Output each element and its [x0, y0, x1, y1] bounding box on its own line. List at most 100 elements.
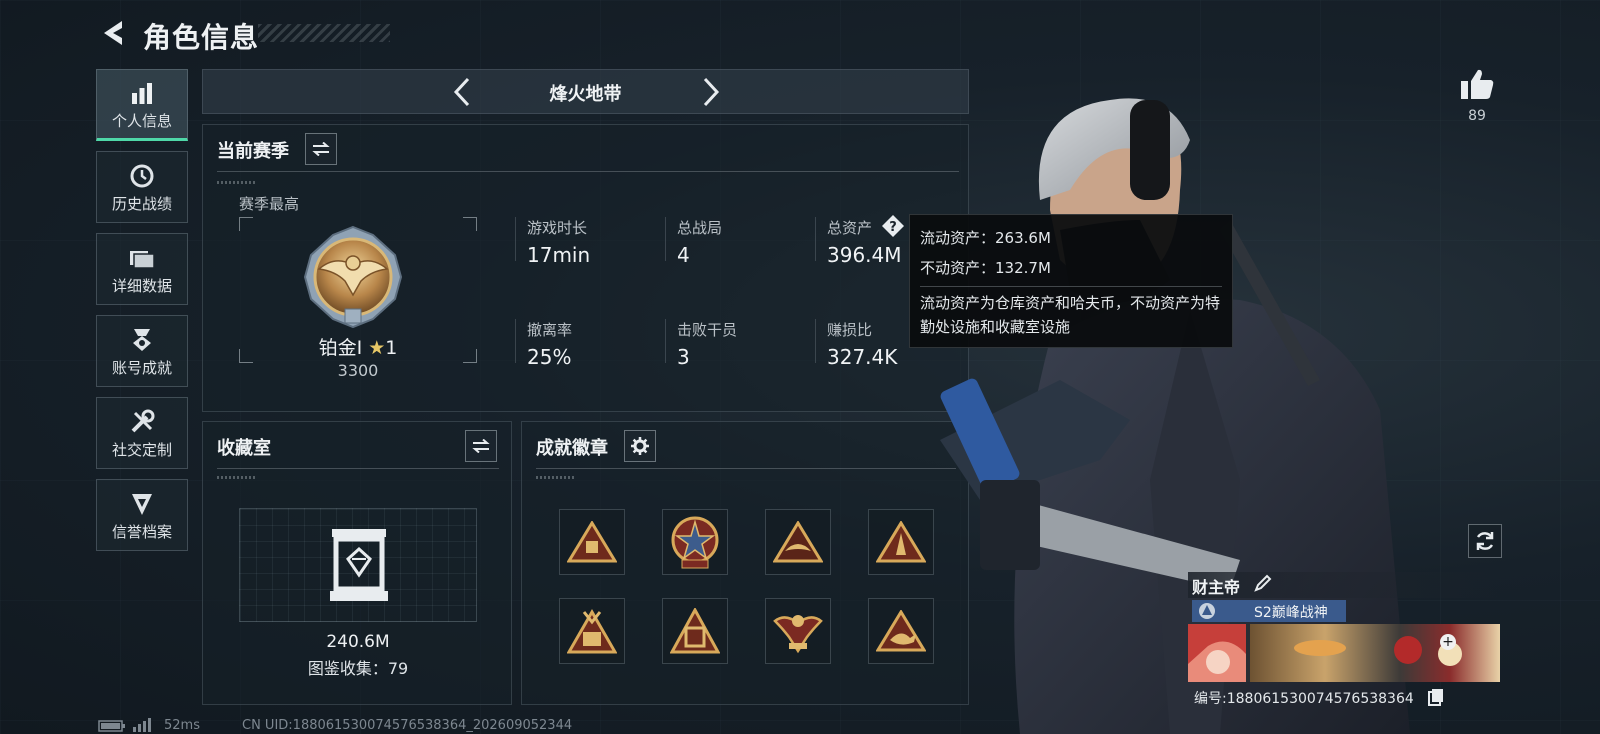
- achievement-badge[interactable]: [559, 598, 625, 664]
- stat-value-playtime: 17min: [527, 243, 591, 267]
- help-button[interactable]: ?: [881, 214, 905, 238]
- sidebar-item-personal-info[interactable]: 个人信息: [96, 69, 188, 141]
- tooltip-fixed-assets: 不动资产：132.7M: [920, 259, 1051, 277]
- achievement-settings-button[interactable]: [624, 430, 656, 462]
- refresh-button[interactable]: [1468, 524, 1502, 558]
- player-card-banner[interactable]: +: [1188, 624, 1500, 682]
- back-button[interactable]: [96, 16, 128, 50]
- sidebar-item-social-custom[interactable]: 社交定制: [96, 397, 188, 469]
- season-best-label: 赛季最高: [239, 195, 300, 213]
- rank-stars: 1: [385, 337, 398, 359]
- collection-preview: [239, 508, 477, 622]
- stat-value-kills: 3: [677, 345, 690, 369]
- title-decoration: [258, 24, 390, 42]
- current-season-panel: 当前赛季 赛季最高 铂金Ⅰ ★1 3300 游戏时长 17min 总战局 4 总…: [202, 124, 969, 412]
- divider-stripe: [217, 476, 257, 479]
- rank-name: 铂金Ⅰ: [318, 337, 363, 359]
- tools-icon: [129, 407, 155, 437]
- sidebar-item-label: 社交定制: [111, 440, 172, 459]
- tower-badge-icon: [876, 521, 926, 563]
- achievement-badge[interactable]: [868, 598, 934, 664]
- edit-name-button[interactable]: [1254, 574, 1276, 594]
- player-id: 编号:188061530074576538364: [1194, 691, 1414, 707]
- bar-chart-icon: [130, 78, 154, 108]
- mode-name: 烽火地带: [549, 84, 622, 105]
- gear-icon: [631, 437, 649, 455]
- achievement-badge[interactable]: [662, 509, 728, 575]
- star-icon: ★: [368, 337, 386, 359]
- frame-corner: [463, 217, 477, 231]
- title-emblem-icon: [1199, 603, 1215, 619]
- sidebar-item-history[interactable]: 历史战绩: [96, 151, 188, 223]
- thumbs-up-icon: [1461, 69, 1494, 99]
- stat-separator: [815, 217, 816, 261]
- display-case-icon: [330, 529, 388, 601]
- eagle-badge-icon: [773, 615, 823, 654]
- player-title: S2巅峰战神: [1254, 605, 1328, 621]
- sidebar: 个人信息 历史战绩 详细数据 账号成就 社交定制 信誉档案: [96, 69, 188, 561]
- star-medal-icon: [671, 516, 719, 569]
- achievement-badge[interactable]: [662, 598, 728, 664]
- stat-label-total-matches: 总战局: [677, 219, 723, 237]
- stat-separator: [515, 217, 516, 261]
- swap-icon: [472, 439, 490, 453]
- history-icon: [129, 161, 155, 191]
- divider: [536, 468, 956, 469]
- achievement-badge[interactable]: [765, 598, 831, 664]
- swap-icon: [312, 142, 330, 156]
- banner-image: [1250, 624, 1500, 682]
- rank-emblem-icon: [303, 225, 403, 329]
- stat-separator: [515, 319, 516, 363]
- stat-label-extract-rate: 撤离率: [527, 321, 573, 339]
- copy-id-button[interactable]: [1428, 688, 1446, 706]
- achievement-badge[interactable]: [559, 509, 625, 575]
- switch-season-button[interactable]: [305, 133, 337, 165]
- tooltip-liquid-assets: 流动资产：263.6M: [920, 229, 1051, 247]
- chevron-right-icon: [703, 77, 720, 107]
- rank-points: 3300: [337, 361, 379, 380]
- folder-icon: [129, 243, 155, 273]
- sidebar-item-detail-data[interactable]: 详细数据: [96, 233, 188, 305]
- stat-label-total-assets: 总资产: [827, 219, 873, 237]
- signal-icon: [133, 718, 151, 732]
- sidebar-item-label: 详细数据: [111, 276, 172, 295]
- fish-badge-icon: [876, 610, 926, 652]
- back-arrow-icon: [104, 21, 122, 45]
- wings-badge-icon: [773, 521, 823, 563]
- frame-badge-icon: [670, 608, 720, 654]
- sidebar-item-label: 信誉档案: [111, 522, 172, 541]
- divider-stripe: [536, 476, 576, 479]
- collection-panel[interactable]: 收藏室 240.6M 图鉴收集：79: [202, 421, 512, 705]
- achievement-badge[interactable]: [765, 509, 831, 575]
- tooltip-divider: [920, 286, 1222, 287]
- sidebar-item-label: 账号成就: [111, 358, 172, 377]
- collection-title: 收藏室: [217, 438, 271, 459]
- divider: [217, 171, 959, 172]
- assets-tooltip: 流动资产：263.6M 不动资产：132.7M 流动资产为仓库资产和哈夫币，不动…: [909, 214, 1233, 348]
- stat-value-total-assets: 396.4M: [827, 243, 902, 267]
- sidebar-item-credit-file[interactable]: 信誉档案: [96, 479, 188, 551]
- next-mode-button[interactable]: [696, 76, 726, 108]
- achievement-panel: 成就徽章: [521, 421, 969, 705]
- stat-separator: [815, 319, 816, 363]
- achievement-icon: [129, 325, 155, 355]
- add-icon[interactable]: +: [1440, 634, 1456, 650]
- player-avatar: [1188, 624, 1246, 682]
- sidebar-item-label: 个人信息: [111, 111, 172, 130]
- divider: [217, 468, 499, 469]
- stat-separator: [665, 217, 666, 261]
- svg-text:?: ?: [889, 220, 897, 235]
- season-title: 当前赛季: [217, 141, 289, 162]
- ping-value: 52ms: [164, 718, 200, 733]
- page-title: 角色信息: [143, 21, 260, 54]
- triangle-badge-icon: [567, 521, 617, 563]
- like-button[interactable]: [1455, 66, 1499, 102]
- pencil-icon: [1254, 574, 1272, 592]
- stat-separator: [665, 319, 666, 363]
- switch-collection-button[interactable]: [465, 430, 497, 462]
- s6-badge-icon: [567, 608, 617, 654]
- sidebar-item-achievements[interactable]: 账号成就: [96, 315, 188, 387]
- achievement-badge[interactable]: [868, 509, 934, 575]
- stat-label-kills: 击败干员: [677, 321, 738, 339]
- mode-selector: 烽火地带: [202, 69, 969, 114]
